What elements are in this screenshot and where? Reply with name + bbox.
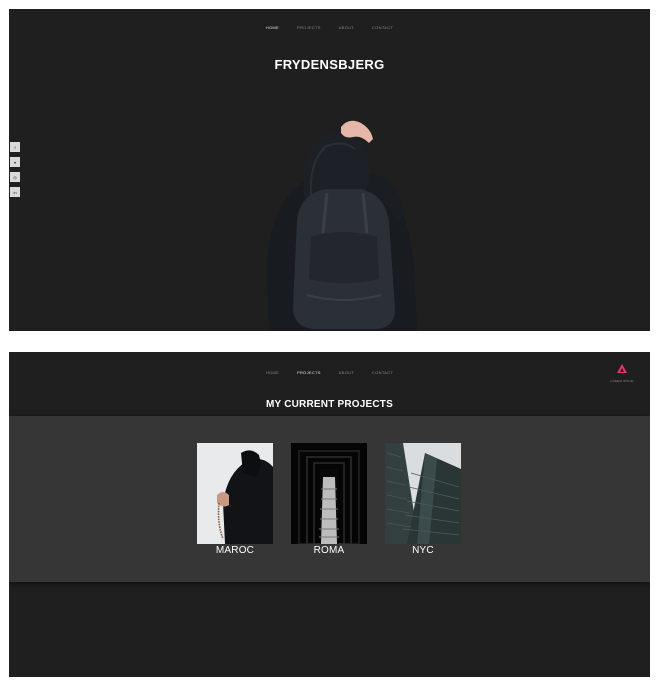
section-title: MY CURRENT PROJECTS (266, 399, 393, 410)
nav-about[interactable]: ABOUT (339, 25, 354, 30)
nav-projects[interactable]: PROJECTS (297, 25, 321, 30)
instagram-icon[interactable]: ◎ (10, 172, 20, 182)
nav-home[interactable]: HOME (266, 370, 279, 375)
project-card-maroc[interactable]: MAROC (197, 443, 273, 556)
card-label: ROMA (313, 545, 345, 556)
nyc-thumbnail-image (385, 443, 461, 544)
twitter-icon[interactable]: ▾ (10, 157, 20, 167)
project-cards: MAROC ROMA NYC (197, 443, 461, 556)
site-title: FRYDENSBJERG (274, 57, 385, 72)
linkedin-icon[interactable]: in (10, 187, 20, 197)
nav-about[interactable]: ABOUT (339, 370, 354, 375)
nav-projects[interactable]: PROJECTS (297, 370, 321, 375)
project-card-roma[interactable]: ROMA (291, 443, 367, 556)
projects-page-screenshot: HOME PROJECTS ABOUT CONTACT LOREM IPSUM … (9, 352, 650, 677)
main-nav: HOME PROJECTS ABOUT CONTACT (9, 25, 650, 30)
facebook-icon[interactable]: f (10, 142, 20, 152)
card-label: NYC (412, 545, 434, 556)
hero-hooded-figure-image (266, 120, 417, 331)
main-nav: HOME PROJECTS ABOUT CONTACT (9, 370, 650, 375)
triangle-logo-icon (617, 364, 627, 373)
nav-home[interactable]: HOME (266, 25, 279, 30)
nav-contact[interactable]: CONTACT (372, 25, 393, 30)
roma-thumbnail-image (291, 443, 367, 544)
projects-band: MAROC ROMA NYC (9, 416, 650, 582)
logo-caption: LOREM IPSUM (610, 379, 634, 383)
nav-contact[interactable]: CONTACT (372, 370, 393, 375)
maroc-thumbnail-image (197, 443, 273, 544)
brand-logo[interactable]: LOREM IPSUM (608, 360, 636, 383)
card-label: MAROC (215, 545, 255, 556)
home-page-screenshot: HOME PROJECTS ABOUT CONTACT FRYDENSBJERG… (9, 9, 650, 331)
social-links: f ▾ ◎ in (10, 142, 20, 197)
project-card-nyc[interactable]: NYC (385, 443, 461, 556)
